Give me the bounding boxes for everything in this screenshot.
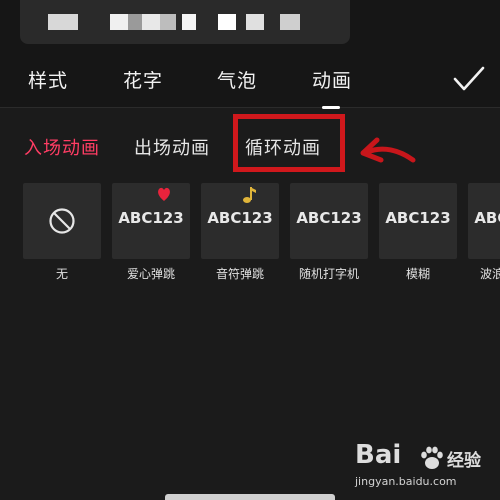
animation-label: 无 [55, 267, 68, 281]
animation-item-blur[interactable]: ABC123 模糊 [379, 183, 457, 282]
pixelated-text [142, 14, 160, 30]
home-indicator [165, 494, 335, 500]
animation-preview-text: ABC123 [296, 209, 362, 227]
heart-icon [158, 187, 170, 201]
pixelated-text [182, 14, 196, 30]
tab-animation[interactable]: 动画 [312, 66, 352, 93]
animation-label: 波浪 [480, 267, 500, 281]
pixelated-text [218, 14, 236, 30]
animation-item-none[interactable]: 无 [23, 183, 101, 282]
watermark-suffix-text: 经验 [447, 451, 481, 471]
pixelated-text [110, 14, 128, 30]
tab-bubble[interactable]: 气泡 [217, 66, 257, 93]
animation-preview-text: ABC123 [207, 209, 273, 227]
animation-item-random-typewriter[interactable]: ABC123 随机打字机 [290, 183, 368, 282]
animation-thumbnail: ABC123 [379, 183, 457, 259]
pixelated-text [280, 14, 300, 30]
music-note-icon [243, 187, 256, 203]
main-tab-bar: 样式 花字 气泡 动画 [0, 52, 500, 109]
watermark-url: jingyan.baidu.com [355, 475, 457, 488]
active-tab-indicator [322, 106, 340, 109]
tab-style[interactable]: 样式 [28, 66, 68, 93]
animation-preview-text: ABC123 [474, 209, 500, 227]
animation-label: 音符弹跳 [215, 267, 264, 281]
pixelated-text [128, 14, 142, 30]
animation-label: 随机打字机 [298, 267, 359, 281]
animation-preview-text: ABC123 [118, 209, 184, 227]
animation-item-heart-bounce[interactable]: ABC123 爱心弹跳 [112, 183, 190, 282]
animation-preview-text: ABC123 [385, 209, 451, 227]
checkmark-icon[interactable] [452, 64, 486, 94]
animation-item-note-bounce[interactable]: ABC123 音符弹跳 [201, 183, 279, 282]
baidu-jingyan-watermark: Bai 经验 jingyan.baidu.com [355, 440, 500, 496]
animation-thumbnail: ABC123 [468, 183, 500, 259]
prohibited-icon [49, 208, 75, 234]
animation-thumbnail: ABC123 [290, 183, 368, 259]
subtab-exit[interactable]: 出场动画 [134, 134, 210, 160]
highlight-box [233, 114, 345, 172]
arrow-icon [360, 137, 416, 163]
animation-label: 爱心弹跳 [126, 267, 175, 281]
paw-icon [421, 446, 443, 469]
animation-thumbnail: ABC123 [201, 183, 279, 259]
pixelated-text [246, 14, 264, 30]
tab-flower-text[interactable]: 花字 [123, 66, 163, 93]
pixelated-text [160, 14, 176, 30]
animation-item-wave[interactable]: ABC123 波浪 [468, 183, 500, 282]
subtab-entrance[interactable]: 入场动画 [24, 134, 100, 160]
animation-thumbnail [23, 183, 101, 259]
top-bar [0, 0, 500, 52]
animation-thumbnail: ABC123 [112, 183, 190, 259]
animation-subtab-bar: 入场动画 出场动画 循环动画 [0, 110, 500, 180]
watermark-logo-text: Bai [355, 440, 402, 470]
text-input[interactable] [20, 0, 350, 44]
pixelated-text [48, 14, 78, 30]
animation-list: 无 ABC123 爱心弹跳 ABC123 音符弹跳 ABC123 随机打字机 A… [0, 183, 500, 293]
animation-label: 模糊 [405, 267, 430, 281]
